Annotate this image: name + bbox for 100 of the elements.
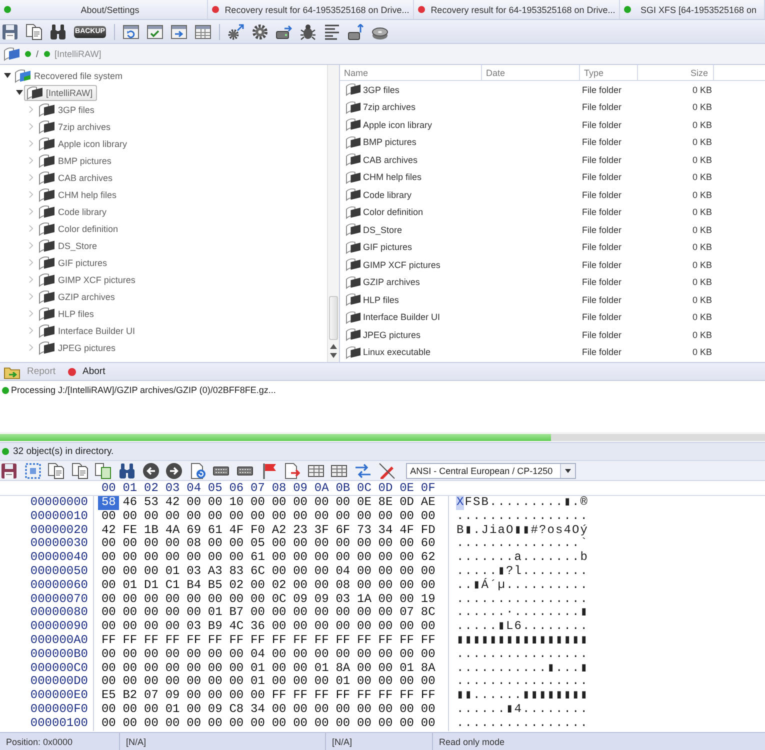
tab[interactable]: About/Settings xyxy=(0,0,208,19)
hex-byte[interactable]: 36 xyxy=(247,620,268,634)
hex-byte[interactable]: 00 xyxy=(204,592,226,606)
hex-byte[interactable]: 00 xyxy=(204,496,226,510)
hex-byte[interactable]: 07 xyxy=(396,606,418,620)
hex-byte[interactable]: 00 xyxy=(290,662,311,676)
hex-byte[interactable]: 00 xyxy=(290,537,311,552)
column-header[interactable]: Date xyxy=(482,65,580,80)
hex-byte[interactable]: 01 xyxy=(247,675,268,690)
hex-byte[interactable]: 04 xyxy=(332,564,354,579)
hex-byte[interactable]: 00 xyxy=(183,689,204,703)
flag-icon[interactable] xyxy=(260,462,277,478)
hex-byte[interactable]: 00 xyxy=(162,648,184,662)
hex-byte[interactable]: FF xyxy=(310,689,332,703)
hex-byte[interactable]: FF xyxy=(354,689,375,703)
file-name[interactable]: 7zip archives xyxy=(363,102,416,112)
hex-byte[interactable]: 00 xyxy=(98,648,120,662)
hex-byte[interactable]: 4F xyxy=(226,524,248,538)
document-refresh-icon[interactable] xyxy=(190,462,206,478)
hex-byte[interactable]: 00 xyxy=(226,689,248,703)
hex-byte[interactable]: 00 xyxy=(290,716,311,731)
hex-byte[interactable]: 00 xyxy=(119,510,141,524)
hex-byte[interactable]: FD xyxy=(417,524,439,538)
hex-byte[interactable]: 00 xyxy=(247,689,268,703)
hex-byte[interactable]: 00 xyxy=(183,702,204,717)
hex-byte[interactable]: 00 xyxy=(290,551,311,565)
scroll-up-icon[interactable] xyxy=(330,344,337,349)
file-name[interactable]: JPEG pictures xyxy=(363,330,421,340)
tree-item[interactable]: CHM help files xyxy=(36,186,121,202)
hex-byte[interactable]: 1A xyxy=(354,592,375,606)
hex-byte[interactable]: 00 xyxy=(119,551,141,565)
hex-byte[interactable]: 00 xyxy=(417,648,439,662)
hex-byte[interactable]: 00 xyxy=(183,716,204,731)
hex-byte[interactable]: 00 xyxy=(268,662,290,676)
hex-byte[interactable]: 00 xyxy=(268,551,290,565)
hex-byte[interactable]: 00 xyxy=(98,675,120,690)
hex-byte[interactable]: 00 xyxy=(268,620,290,634)
hex-byte[interactable]: 02 xyxy=(268,578,290,593)
hex-byte[interactable]: 00 xyxy=(354,564,375,579)
hex-byte[interactable]: 00 xyxy=(332,496,354,510)
hex-byte[interactable]: 00 xyxy=(268,564,290,579)
hex-byte[interactable]: 00 xyxy=(162,510,184,524)
hex-byte[interactable]: 09 xyxy=(204,702,226,717)
hex-byte[interactable]: 00 xyxy=(290,620,311,634)
hex-byte[interactable]: 00 xyxy=(98,662,120,676)
hex-byte[interactable]: FF xyxy=(332,689,354,703)
hex-byte[interactable]: 09 xyxy=(310,592,332,606)
hex-byte[interactable]: FF xyxy=(417,634,439,648)
tab[interactable]: Recovery result for 64-1953525168 on Drive... xyxy=(208,0,414,19)
hex-byte[interactable]: 00 xyxy=(290,510,311,524)
hex-byte[interactable]: 6F xyxy=(332,524,354,538)
hex-byte[interactable]: 00 xyxy=(183,606,204,620)
hex-byte[interactable]: 00 xyxy=(247,496,268,510)
copy-icon[interactable] xyxy=(48,462,64,478)
hex-byte[interactable]: 00 xyxy=(354,578,375,593)
hex-byte[interactable]: 00 xyxy=(354,662,375,676)
file-name[interactable]: Interface Builder UI xyxy=(363,312,440,322)
hex-byte[interactable]: FF xyxy=(310,634,332,648)
column-header[interactable]: Name xyxy=(340,65,482,80)
hex-byte[interactable]: 01 xyxy=(332,675,354,690)
drive-upload-icon[interactable] xyxy=(348,24,364,40)
hex-byte[interactable]: 00 xyxy=(226,648,248,662)
dotted-square-icon[interactable] xyxy=(24,462,41,478)
hex-byte[interactable]: FF xyxy=(119,634,141,648)
hex-byte[interactable]: 00 xyxy=(310,510,332,524)
tab[interactable]: SGI XFS [64-1953525168 on xyxy=(620,0,765,19)
hex-byte[interactable]: 00 xyxy=(290,606,311,620)
hex-byte[interactable]: 00 xyxy=(417,510,439,524)
hex-byte[interactable]: 00 xyxy=(396,551,418,565)
hex-byte[interactable]: 01 xyxy=(310,662,332,676)
bug-icon[interactable] xyxy=(300,24,316,40)
hex-byte[interactable]: 00 xyxy=(140,702,162,717)
hex-byte[interactable]: 0C xyxy=(268,592,290,606)
hex-byte[interactable]: 00 xyxy=(310,564,332,579)
hex-byte[interactable]: 00 xyxy=(374,648,396,662)
hex-byte[interactable]: 00 xyxy=(140,510,162,524)
hex-byte[interactable]: 00 xyxy=(183,510,204,524)
table-icon[interactable] xyxy=(308,462,324,478)
documents-icon[interactable] xyxy=(26,24,42,40)
hex-byte[interactable]: B9 xyxy=(204,620,226,634)
hex-byte[interactable]: 04 xyxy=(247,648,268,662)
window-check-icon[interactable] xyxy=(147,24,163,40)
hex-byte[interactable]: 00 xyxy=(290,496,311,510)
hex-byte[interactable]: 00 xyxy=(268,606,290,620)
hex-byte[interactable]: 4A xyxy=(162,524,184,538)
hex-byte[interactable]: 00 xyxy=(310,551,332,565)
hex-byte[interactable]: 01 xyxy=(162,564,184,579)
hex-byte[interactable]: 00 xyxy=(374,551,396,565)
document-arrow-icon[interactable] xyxy=(284,462,300,478)
hex-byte[interactable]: FF xyxy=(290,689,311,703)
hex-byte[interactable]: FF xyxy=(396,689,418,703)
hex-byte[interactable]: 00 xyxy=(417,578,439,593)
hex-byte[interactable]: 08 xyxy=(332,578,354,593)
hex-byte[interactable]: 00 xyxy=(268,537,290,552)
tree-item[interactable]: GIF pictures xyxy=(36,254,112,270)
file-name[interactable]: DS_Store xyxy=(363,224,402,235)
hex-byte[interactable]: 00 xyxy=(417,716,439,731)
hex-byte[interactable]: 4C xyxy=(226,620,248,634)
hex-byte[interactable]: FF xyxy=(354,634,375,648)
hex-byte[interactable]: 00 xyxy=(98,606,120,620)
